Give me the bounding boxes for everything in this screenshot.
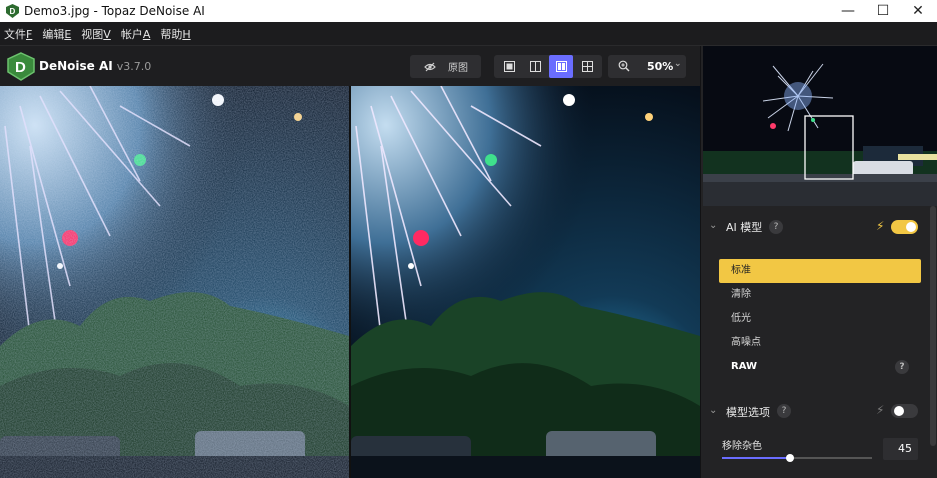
app-version: v3.7.0 [116,60,152,73]
minimize-icon: — [841,3,855,19]
model-option-standard[interactable]: 标准 [719,259,921,283]
ai-model-toggle[interactable] [891,220,918,234]
menu-bar: 文件F 编辑E 视图V 帐户A 帮助H [0,22,937,46]
grid-view-icon [581,61,593,72]
window-title: Demo3.jpg - Topaz DeNoise AI [24,4,205,18]
original-toggle-button[interactable]: 原图 [410,55,481,78]
settings-sidebar: ⌄ AI 模型 ? ⚡ 标准 清除 低光 高噪点 RAW ? ⌄ 模型选项 ? … [700,46,937,478]
chevron-down-icon: ⌄ [674,59,682,69]
zoom-level: 50% [647,60,674,73]
side-by-side-view-icon [555,61,567,72]
chevron-down-icon: ⌄ [709,220,718,231]
remove-noise-label: 移除杂色 [722,441,762,452]
processed-image-pane[interactable] [351,86,700,478]
eye-off-icon [424,62,436,71]
navigator-thumbnail[interactable] [703,46,937,206]
raw-help-icon[interactable]: ? [895,360,909,374]
model-option-raw[interactable]: RAW ? [719,355,921,379]
model-option-severe-noise[interactable]: 高噪点 [719,331,921,355]
model-option-low-light[interactable]: 低光 [719,307,921,331]
single-view-button[interactable] [497,55,521,78]
model-options-title: 模型选项 [726,406,770,419]
model-option-clear[interactable]: 清除 [719,283,921,307]
split-view-icon [529,61,541,72]
original-photo [0,86,349,478]
close-button[interactable]: ✕ [895,0,937,22]
ai-model-list: 标准 清除 低光 高噪点 RAW ? [719,259,921,379]
auto-bolt-icon: ⚡ [876,219,885,233]
split-view-button[interactable] [523,55,547,78]
remove-noise-value-input[interactable]: 45 [883,438,918,460]
help-icon[interactable]: ? [777,404,791,418]
original-label: 原图 [448,63,468,74]
app-name: DeNoise AI [39,59,113,73]
svg-text:D: D [15,59,26,76]
remove-noise-slider-handle[interactable] [785,454,794,462]
ai-model-title: AI 模型 [726,221,763,234]
app-brand: DeNoise AI v3.7.0 [39,59,151,73]
app-logo-icon: D [6,4,19,18]
svg-text:D: D [10,7,16,16]
view-mode-group [494,55,602,78]
auto-bolt-icon: ⚡ [876,403,885,417]
denoise-app-window: D Demo3.jpg - Topaz DeNoise AI — ☐ ✕ 文件F… [0,0,937,478]
close-icon: ✕ [912,3,924,19]
model-options-toggle[interactable] [891,404,918,418]
main-toolbar: D DeNoise AI v3.7.0 原图 50% ⌄ [0,46,700,86]
original-image-pane[interactable] [0,86,349,478]
maximize-icon: ☐ [876,3,890,19]
zoom-control[interactable]: 50% ⌄ [608,55,686,78]
menu-edit[interactable]: 编辑E [42,26,71,42]
processed-photo [351,86,700,478]
menu-help[interactable]: 帮助H [160,26,190,42]
ai-model-section-header[interactable]: ⌄ AI 模型 ? ⚡ [702,214,929,238]
model-options-section-header[interactable]: ⌄ 模型选项 ? ⚡ [702,399,929,423]
single-view-icon [503,61,515,72]
zoom-icon [618,60,630,72]
chevron-down-icon: ⌄ [709,405,718,416]
remove-noise-slider-fill [722,457,790,459]
menu-account[interactable]: 帐户A [121,26,151,42]
denoise-logo-icon: D [7,52,35,81]
menu-file[interactable]: 文件F [4,26,32,42]
comparison-grid-view-button[interactable] [575,55,599,78]
menu-view[interactable]: 视图V [81,26,111,42]
remove-noise-slider[interactable] [722,454,872,462]
title-bar: D Demo3.jpg - Topaz DeNoise AI — ☐ ✕ [0,0,937,22]
side-by-side-view-button[interactable] [549,55,573,78]
adjustment-panel: ⌄ AI 模型 ? ⚡ 标准 清除 低光 高噪点 RAW ? ⌄ 模型选项 ? … [702,206,929,478]
navigator-preview-image [703,46,937,206]
sidebar-scrollbar[interactable] [930,206,936,446]
model-option-raw-label: RAW [731,361,758,372]
help-icon[interactable]: ? [769,220,783,234]
